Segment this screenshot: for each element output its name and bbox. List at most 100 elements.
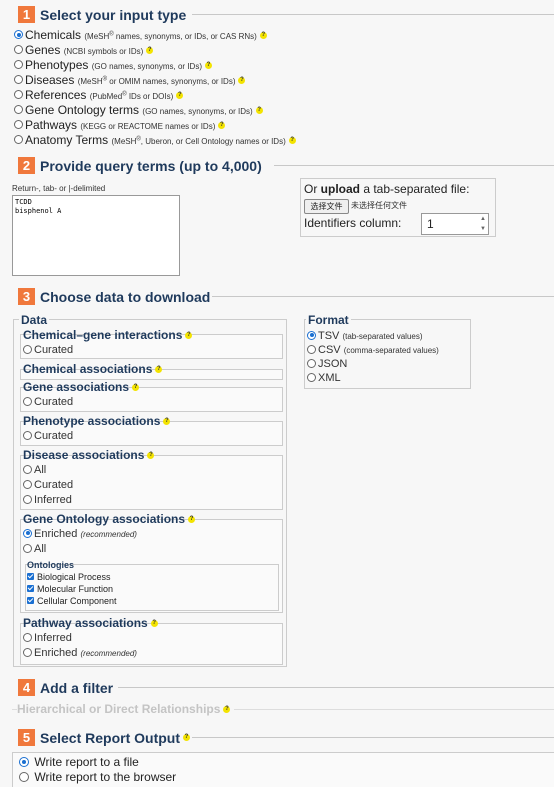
- identifiers-column-value: 1: [427, 217, 434, 231]
- radio-icon: [14, 90, 23, 100]
- disease-assoc-all[interactable]: All: [23, 464, 46, 476]
- input-type-option[interactable]: Diseases (MeSH® or OMIM names, synonyms,…: [14, 73, 246, 87]
- step-number: 2: [18, 157, 35, 174]
- report-output-option[interactable]: Write report to the browser: [19, 770, 176, 784]
- upload-panel: Or upload a tab-separated file: 选择文件 未选择…: [300, 178, 496, 237]
- identifiers-column-input[interactable]: 1 ▲ ▼: [421, 213, 489, 235]
- help-icon[interactable]: ?: [255, 107, 263, 115]
- radio-icon: [23, 647, 32, 657]
- option-label: Genes: [25, 43, 61, 57]
- radio-icon: [14, 75, 23, 85]
- ontology-cellular-component[interactable]: Cellular Component: [27, 596, 117, 606]
- help-icon[interactable]: ?: [259, 32, 267, 40]
- help-icon[interactable]: ?: [238, 77, 246, 85]
- format-option-xml[interactable]: XML: [307, 372, 341, 384]
- chemical-gene-title: Chemical–gene interactions?: [23, 328, 193, 342]
- radio-icon: [23, 632, 32, 642]
- step-title: Add a filter: [40, 679, 114, 696]
- input-type-option[interactable]: Pathways (KEGG or REACTOME names or IDs)…: [14, 118, 226, 132]
- help-icon[interactable]: ?: [132, 384, 140, 392]
- divider: [192, 14, 554, 15]
- step-3-header: 3 Choose data to download: [18, 288, 210, 305]
- option-label: Diseases: [25, 73, 75, 87]
- format-legend: Format: [306, 313, 351, 327]
- input-type-option[interactable]: Gene Ontology terms (GO names, synonyms,…: [14, 103, 263, 117]
- option-hint: (GO names, synonyms, or IDs): [142, 107, 253, 116]
- format-label: CSV: [318, 344, 341, 356]
- pathway-assoc-inferred[interactable]: Inferred: [23, 632, 72, 644]
- help-icon[interactable]: ?: [150, 620, 158, 628]
- go-assoc-all[interactable]: All: [23, 543, 46, 555]
- upload-label: Or upload a tab-separated file:: [304, 182, 470, 196]
- format-option-csv[interactable]: CSV (comma-separated values): [307, 344, 439, 356]
- identifiers-column-label: Identifiers column:: [304, 216, 402, 230]
- help-icon[interactable]: ?: [163, 418, 171, 426]
- radio-icon: [14, 105, 23, 115]
- spinner-up-icon[interactable]: ▲: [480, 216, 486, 222]
- format-hint: (comma-separated values): [343, 346, 439, 355]
- step-5-header: 5 Select Report Output ?: [18, 729, 191, 746]
- input-type-option[interactable]: Genes (NCBI symbols or IDs)?: [14, 43, 154, 57]
- help-icon[interactable]: ?: [155, 366, 163, 374]
- radio-icon: [307, 344, 316, 354]
- pathway-assoc-enriched[interactable]: Enriched (recommended): [23, 647, 137, 659]
- ontology-molecular-function[interactable]: Molecular Function: [27, 584, 113, 594]
- input-type-option[interactable]: Chemicals (MeSH® names, synonyms, or IDs…: [14, 28, 267, 42]
- radio-icon: [23, 430, 32, 440]
- format-option-json[interactable]: JSON: [307, 358, 347, 370]
- option-label: Phenotypes: [25, 58, 89, 72]
- option-hint: (MeSH® names, synonyms, or IDs, or CAS R…: [84, 31, 257, 41]
- filter-relationships-toggle[interactable]: Hierarchical or Direct Relationships?: [17, 702, 235, 716]
- help-icon[interactable]: ?: [147, 452, 155, 460]
- phenotype-assoc-title: Phenotype associations?: [23, 414, 171, 428]
- spinner-down-icon[interactable]: ▼: [480, 226, 486, 232]
- step-1-header: 1 Select your input type: [18, 6, 186, 23]
- option-label: Anatomy Terms: [25, 133, 109, 147]
- step-number: 3: [18, 288, 35, 305]
- choose-file-button[interactable]: 选择文件: [304, 199, 349, 214]
- divider: [274, 165, 554, 166]
- delimiter-hint: Return-, tab- or |-delimited: [12, 184, 106, 193]
- help-icon[interactable]: ?: [185, 332, 193, 340]
- help-icon[interactable]: ?: [183, 734, 191, 741]
- phenotype-assoc-curated[interactable]: Curated: [23, 430, 73, 442]
- help-icon[interactable]: ?: [188, 516, 196, 524]
- pathway-assoc-title: Pathway associations?: [23, 616, 158, 630]
- radio-icon: [307, 330, 316, 340]
- help-icon[interactable]: ?: [288, 137, 296, 145]
- disease-assoc-title: Disease associations?: [23, 448, 155, 462]
- input-type-option[interactable]: Phenotypes (GO names, synonyms, or IDs)?: [14, 58, 212, 72]
- gene-assoc-curated[interactable]: Curated: [23, 396, 73, 408]
- radio-icon: [23, 464, 32, 474]
- report-output-option[interactable]: Write report to a file: [19, 755, 139, 769]
- input-type-option[interactable]: Anatomy Terms (MeSH®, Uberon, or Cell On…: [14, 133, 296, 147]
- help-icon[interactable]: ?: [146, 47, 154, 55]
- disease-assoc-inferred[interactable]: Inferred: [23, 494, 72, 506]
- radio-icon: [14, 45, 23, 55]
- help-icon[interactable]: ?: [176, 92, 184, 100]
- option-label: Pathways: [25, 118, 78, 132]
- go-assoc-title: Gene Ontology associations?: [23, 512, 196, 526]
- format-option-tsv[interactable]: TSV (tab-separated values): [307, 330, 423, 342]
- radio-icon: [14, 135, 23, 145]
- help-icon[interactable]: ?: [218, 122, 226, 130]
- option-hint: (NCBI symbols or IDs): [63, 47, 144, 56]
- ontologies-title: Ontologies: [27, 560, 74, 570]
- radio-icon: [19, 771, 29, 782]
- option-hint: (KEGG or REACTOME names or IDs): [80, 122, 216, 131]
- option-label: Chemicals: [25, 28, 82, 42]
- radio-icon: [23, 494, 32, 504]
- disease-assoc-curated[interactable]: Curated: [23, 479, 73, 491]
- help-icon[interactable]: ?: [223, 706, 231, 714]
- no-file-label: 未选择任何文件: [351, 201, 407, 210]
- help-icon[interactable]: ?: [204, 62, 212, 70]
- chemical-assoc-title: Chemical associations?: [23, 362, 163, 376]
- radio-icon: [307, 372, 316, 382]
- checkbox-icon: [27, 573, 34, 581]
- chemical-gene-curated[interactable]: Curated: [23, 344, 73, 356]
- ontology-biological-process[interactable]: Biological Process: [27, 572, 111, 582]
- input-type-option[interactable]: References (PubMed® IDs or DOIs)?: [14, 88, 184, 102]
- query-terms-textarea[interactable]: [12, 195, 180, 276]
- go-assoc-enriched[interactable]: Enriched (recommended): [23, 528, 137, 540]
- radio-icon: [23, 396, 32, 406]
